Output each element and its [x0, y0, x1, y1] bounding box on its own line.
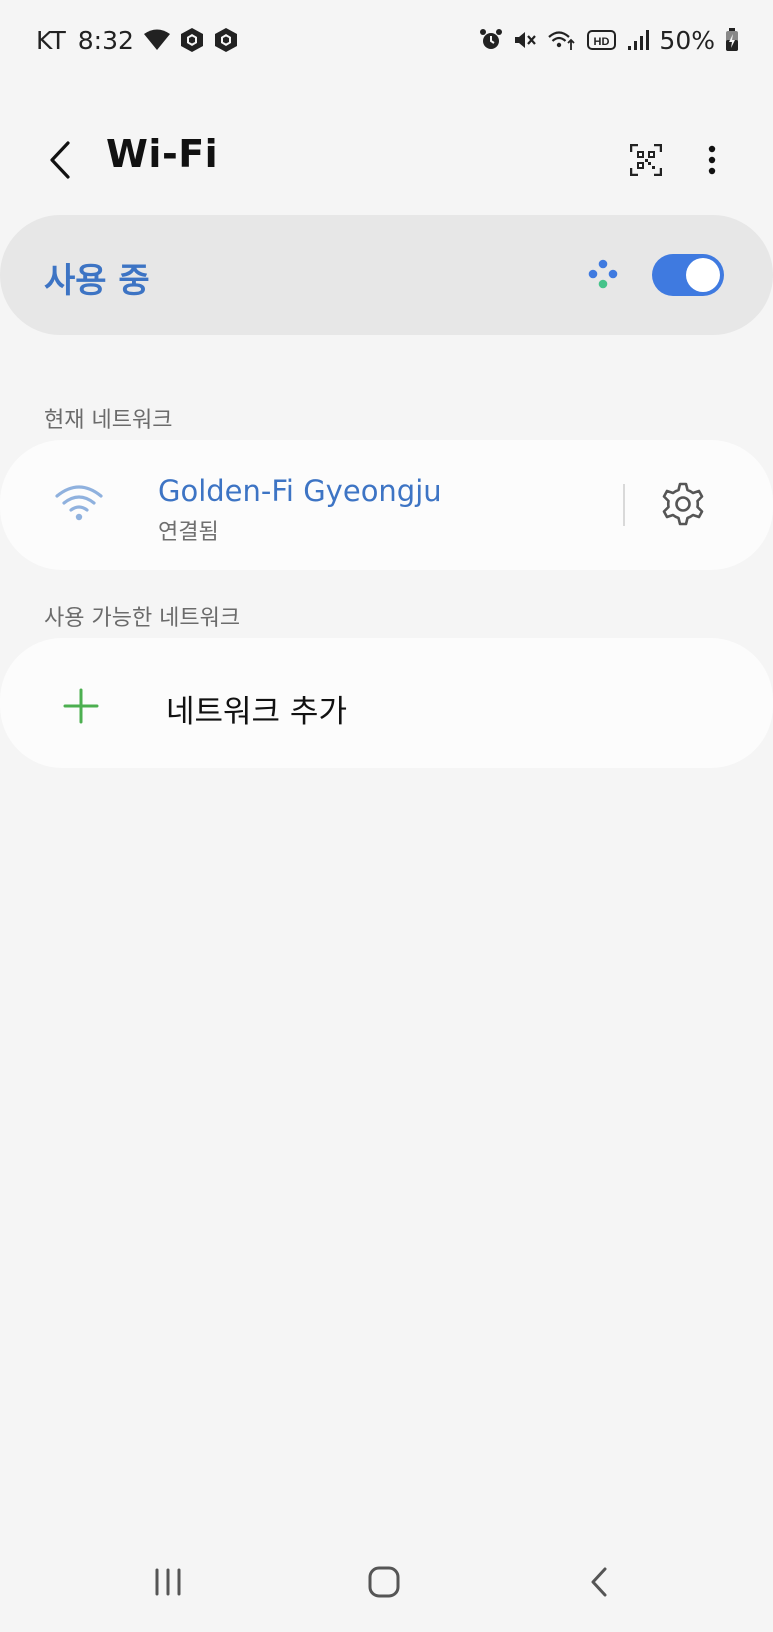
wifi-signal-icon — [54, 482, 104, 524]
wifi-signal-icon — [143, 29, 170, 51]
wifi-toggle[interactable] — [652, 254, 724, 296]
wifi-status-label: 사용 중 — [44, 261, 150, 301]
toggle-knob — [686, 258, 720, 292]
recents-icon[interactable] — [150, 1564, 186, 1600]
status-bar-right: HD 50% — [479, 26, 739, 55]
carrier-label: KT — [36, 25, 66, 55]
page-title: Wi-Fi — [106, 132, 219, 176]
bixby-suggestion-icon[interactable] — [586, 258, 620, 292]
battery-percent: 50% — [659, 25, 715, 55]
add-network-card[interactable] — [0, 638, 773, 768]
section-available-networks-label: 사용 가능한 네트워크 — [44, 606, 241, 631]
more-vertical-icon[interactable] — [696, 136, 728, 184]
status-bar-left: KT 8:32 — [36, 26, 238, 55]
hd-volte-icon: HD — [587, 29, 617, 51]
cell-signal-icon — [627, 29, 650, 51]
status-bar: KT 8:32 HD 50% — [0, 0, 773, 80]
alarm-icon — [479, 28, 503, 52]
back-icon[interactable] — [584, 1562, 614, 1602]
system-nav-bar — [0, 1540, 773, 1632]
battery-charging-icon — [725, 28, 739, 52]
gear-icon[interactable] — [658, 479, 708, 529]
app-bar: Wi-Fi — [0, 110, 773, 210]
qr-scan-icon[interactable] — [626, 136, 666, 184]
current-network-name[interactable]: Golden-Fi Gyeongju — [158, 474, 442, 508]
divider — [623, 484, 625, 526]
add-network-label[interactable]: 네트워크 추가 — [166, 686, 347, 731]
wifi-activity-icon — [547, 28, 577, 52]
plus-icon — [63, 688, 99, 724]
mute-icon — [513, 28, 537, 52]
home-icon[interactable] — [364, 1562, 404, 1602]
current-network-status: 연결됨 — [158, 520, 219, 545]
back-chevron-icon[interactable] — [40, 136, 80, 184]
app-notification-icon — [214, 27, 238, 53]
clock: 8:32 — [77, 25, 134, 55]
app-notification-icon — [180, 27, 204, 53]
section-current-network-label: 현재 네트워크 — [44, 408, 173, 433]
hd-label: HD — [594, 36, 610, 48]
